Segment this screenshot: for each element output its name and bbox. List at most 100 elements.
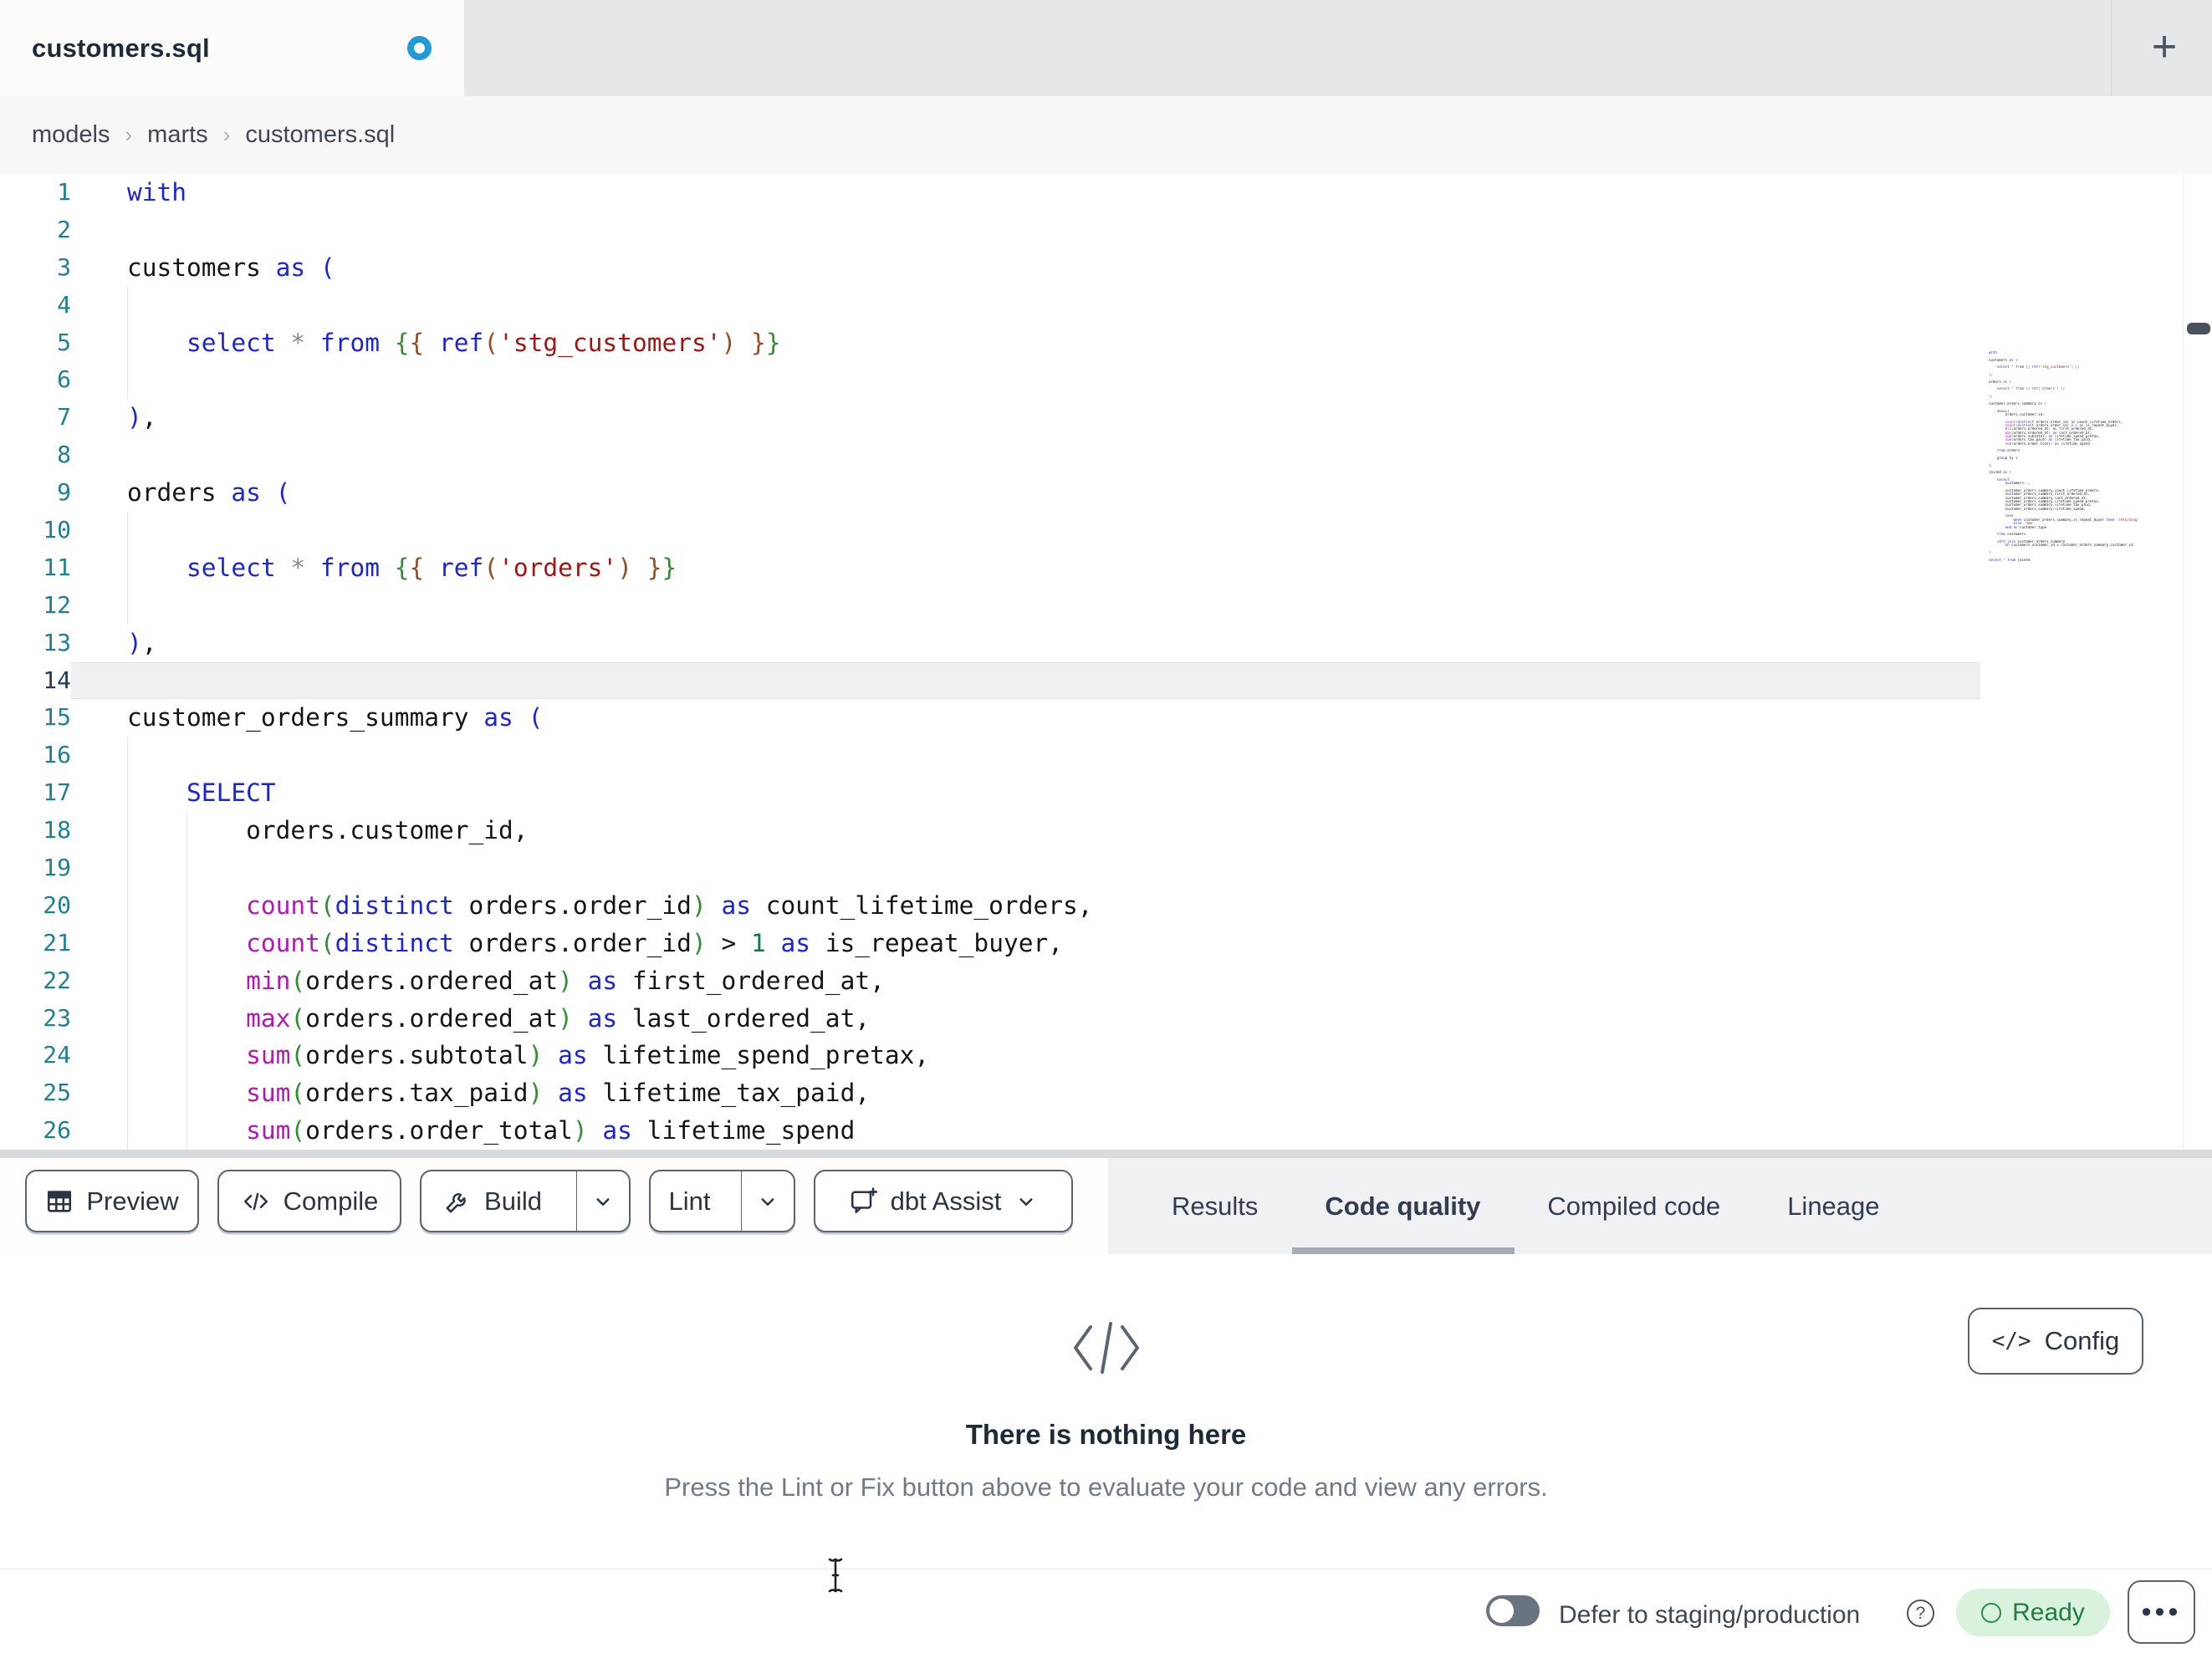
config-button[interactable]: </> Config <box>1968 1308 2143 1375</box>
editor-line[interactable]: 4 <box>0 286 2212 324</box>
line-number: 3 <box>57 253 71 281</box>
empty-state-subtitle: Press the Lint or Fix button above to ev… <box>664 1472 1548 1502</box>
overflow-menu-button[interactable]: ••• <box>2128 1580 2195 1644</box>
code-line[interactable]: with <box>71 174 2212 212</box>
preview-label: Preview <box>86 1186 179 1216</box>
code-line[interactable]: customers as ( <box>71 249 2212 287</box>
dbt-assist-button[interactable]: dbt Assist <box>814 1170 1073 1232</box>
code-line[interactable]: select * from {{ ref('orders') }} <box>71 548 2212 587</box>
compile-label: Compile <box>283 1186 379 1216</box>
editor-line[interactable]: 11 select * from {{ ref('orders') }} <box>0 548 2212 587</box>
code-line[interactable]: sum(orders.tax_paid) as lifetime_tax_pai… <box>71 1074 2212 1113</box>
results-tabs: Results Code quality Compiled code Linea… <box>1112 1158 1880 1254</box>
line-number: 22 <box>43 966 71 994</box>
defer-toggle[interactable] <box>1486 1595 1540 1626</box>
editor-line[interactable]: 20 count(distinct orders.order_id) as co… <box>0 886 2212 925</box>
editor-line[interactable]: 5 select * from {{ ref('stg_customers') … <box>0 324 2212 362</box>
breadcrumb-item-file[interactable]: customers.sql <box>245 121 395 149</box>
editor-line[interactable]: 19 <box>0 849 2212 887</box>
editor-line[interactable]: 9 orders as ( <box>0 474 2212 512</box>
code-line[interactable]: ), <box>71 399 2212 436</box>
code-line[interactable]: orders as ( <box>71 474 2212 512</box>
plus-icon: + <box>2151 23 2178 71</box>
editor-line[interactable]: 10 <box>0 512 2212 549</box>
code-line[interactable] <box>71 737 2212 775</box>
tab-customers-sql[interactable]: customers.sql <box>0 0 464 96</box>
line-number: 2 <box>57 215 71 243</box>
build-button[interactable]: Build <box>421 1171 564 1231</box>
line-number: 1 <box>57 178 71 206</box>
code-line[interactable] <box>71 286 2212 324</box>
breadcrumb-bar: models › marts › customers.sql Save <box>0 96 2212 267</box>
code-line[interactable] <box>71 661 2212 700</box>
editor-line[interactable]: 17 SELECT <box>0 774 2212 813</box>
editor-line[interactable]: 15 customer_orders_summary as ( <box>0 699 2212 737</box>
editor-line[interactable]: 18 orders.customer_id, <box>0 812 2212 850</box>
tab-compiled-code[interactable]: Compiled code <box>1547 1158 1720 1254</box>
editor-line[interactable]: 12 <box>0 586 2212 625</box>
code-line[interactable]: SELECT <box>71 774 2212 813</box>
code-line[interactable]: max(orders.ordered_at) as last_ordered_a… <box>71 999 2212 1038</box>
horizontal-scrollbar[interactable] <box>0 1150 2212 1158</box>
code-line[interactable]: sum(orders.subtotal) as lifetime_spend_p… <box>71 1037 2212 1075</box>
build-options-button[interactable] <box>576 1171 629 1231</box>
editor-line[interactable]: 3 customers as ( <box>0 249 2212 287</box>
code-line[interactable]: min(orders.ordered_at) as first_ordered_… <box>71 962 2212 1000</box>
editor-line[interactable]: 1 with <box>0 174 2212 212</box>
lint-options-button[interactable] <box>741 1171 794 1231</box>
code-line[interactable]: orders.customer_id, <box>71 812 2212 850</box>
tab-results[interactable]: Results <box>1172 1158 1258 1254</box>
editor-line[interactable]: 13), <box>0 625 2212 662</box>
compile-button[interactable]: Compile <box>217 1170 401 1232</box>
editor-line[interactable]: 2 <box>0 212 2212 249</box>
breadcrumb-item-models[interactable]: models <box>32 121 110 149</box>
preview-button[interactable]: Preview <box>25 1170 199 1232</box>
minimap[interactable]: with customers as ( select * from {{ ref(… <box>1989 351 2153 570</box>
code-line[interactable]: count(distinct orders.order_id) > 1 as i… <box>71 924 2212 962</box>
editor-line[interactable]: 22 min(orders.ordered_at) as first_order… <box>0 962 2212 1000</box>
code-line[interactable]: count(distinct orders.order_id) as count… <box>71 886 2212 925</box>
editor-line[interactable]: 24 sum(orders.subtotal) as lifetime_spen… <box>0 1037 2212 1075</box>
help-icon[interactable]: ? <box>1907 1599 1934 1627</box>
status-bar: Defer to staging/production ? Ready ••• <box>0 1569 2212 1653</box>
new-tab-button[interactable]: + <box>2134 17 2194 77</box>
tab-title: customers.sql <box>32 33 210 63</box>
editor-line[interactable]: 25 sum(orders.tax_paid) as lifetime_tax_… <box>0 1074 2212 1113</box>
code-line[interactable] <box>71 361 2212 400</box>
code-line[interactable]: customer_orders_summary as ( <box>71 699 2212 737</box>
defer-label: Defer to staging/production <box>1559 1601 1861 1629</box>
code-line[interactable]: sum(orders.order_total) as lifetime_spen… <box>71 1112 2212 1150</box>
code-slash-icon <box>1073 1322 1139 1374</box>
code-line[interactable]: select * from {{ ref('stg_customers') }} <box>71 324 2212 362</box>
unsaved-indicator-dot <box>407 36 432 60</box>
toggle-knob <box>1489 1599 1514 1623</box>
code-line[interactable] <box>71 586 2212 625</box>
code-line[interactable] <box>71 436 2212 474</box>
code-line[interactable] <box>71 212 2212 249</box>
chevron-down-icon <box>1019 1197 1033 1206</box>
results-panel: There is nothing here Press the Lint or … <box>0 1254 2212 1569</box>
editor-line[interactable]: 14 <box>0 661 2212 700</box>
code-line[interactable] <box>71 849 2212 887</box>
tab-lineage[interactable]: Lineage <box>1787 1158 1879 1254</box>
breadcrumb-item-marts[interactable]: marts <box>147 121 208 149</box>
code-line[interactable]: ), <box>71 625 2212 662</box>
scrollbar-thumb[interactable] <box>2187 323 2210 334</box>
chevron-down-icon <box>596 1197 610 1206</box>
editor[interactable]: 1 with 2 3 customers as (4 5 select * from {{… <box>0 174 2212 1150</box>
line-number: 11 <box>43 553 71 581</box>
editor-line[interactable]: 8 <box>0 436 2212 474</box>
tab-code-quality[interactable]: Code quality <box>1292 1158 1515 1254</box>
minimap-line: select * from joined <box>1989 558 2031 562</box>
line-number: 19 <box>43 854 71 882</box>
tab-compiled-code-label: Compiled code <box>1547 1191 1721 1221</box>
editor-line[interactable]: 26 sum(orders.order_total) as lifetime_s… <box>0 1112 2212 1150</box>
breadcrumb-separator: › <box>222 122 231 147</box>
editor-line[interactable]: 7), <box>0 399 2212 436</box>
lint-button[interactable]: Lint <box>651 1171 728 1231</box>
editor-line[interactable]: 16 <box>0 737 2212 775</box>
code-line[interactable] <box>71 512 2212 549</box>
editor-line[interactable]: 6 <box>0 361 2212 400</box>
editor-line[interactable]: 21 count(distinct orders.order_id) > 1 a… <box>0 924 2212 962</box>
editor-line[interactable]: 23 max(orders.ordered_at) as last_ordere… <box>0 999 2212 1038</box>
